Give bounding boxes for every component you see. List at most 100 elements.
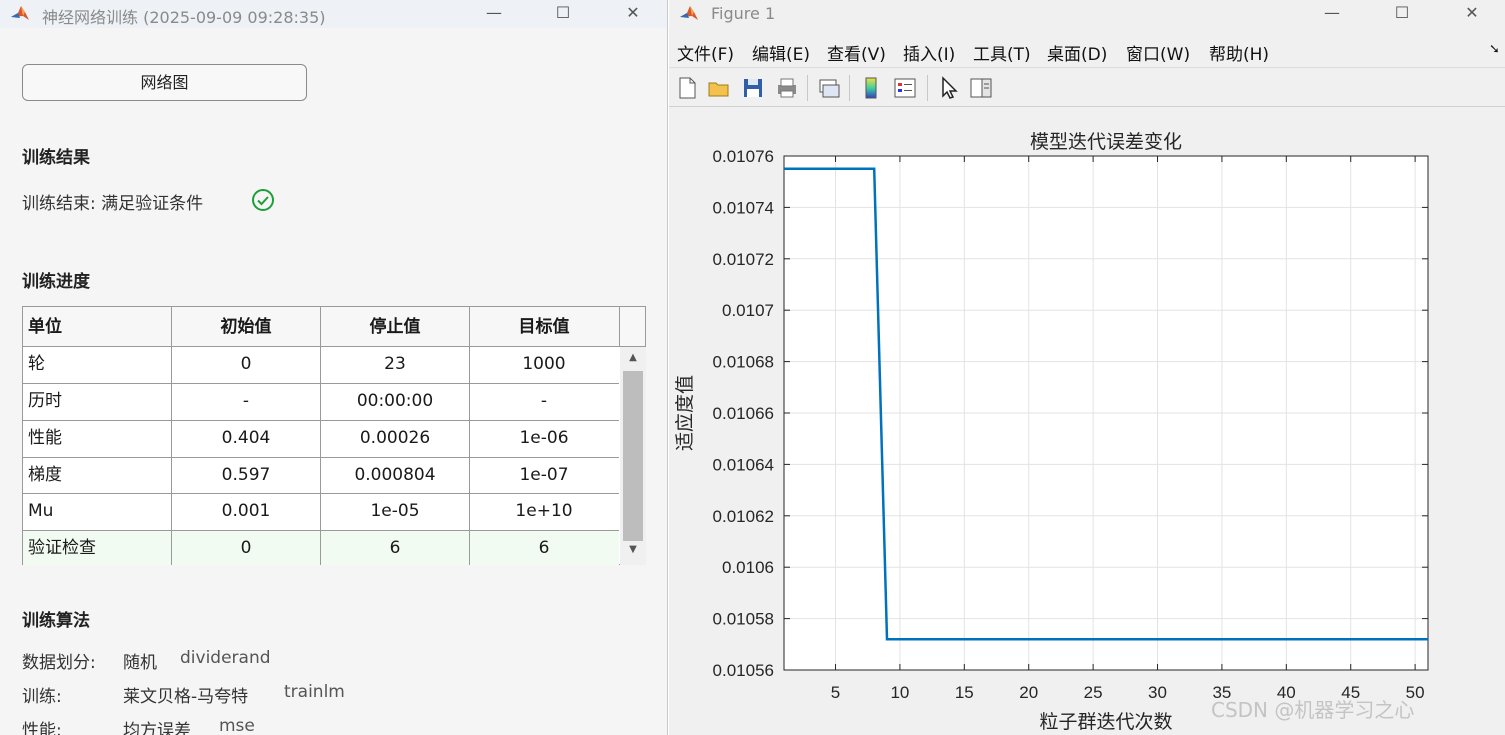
pointer-icon[interactable] [937, 76, 961, 100]
check-circle-icon [252, 189, 274, 211]
table-cell: 0.001 [221, 501, 271, 521]
table-cell: 验证检查 [28, 538, 96, 558]
table-cell: 0.00026 [359, 428, 431, 448]
scroll-up-icon[interactable]: ▲ [623, 351, 643, 365]
y-tick-label: 0.01058 [713, 610, 774, 629]
col-header-initial[interactable]: 初始值 [172, 309, 320, 345]
figure-window-titlebar[interactable]: Figure 1 — ☐ ✕ [669, 0, 1505, 28]
dock-arrow-icon[interactable]: ➘ [1489, 42, 1500, 57]
algo-code: dividerand [180, 648, 271, 668]
table-cell: Mu [28, 501, 54, 521]
training-window-titlebar[interactable]: 神经网络训练 (2025-09-09 09:28:35) — ☐ ✕ [0, 0, 667, 28]
matlab-icon [11, 6, 29, 20]
y-tick-label: 0.01062 [713, 507, 774, 526]
table-cell: 0.404 [221, 428, 271, 448]
table-cell: 轮 [28, 354, 45, 374]
algo-label: 数据划分: [22, 653, 96, 673]
menu-tools[interactable]: 工具(T) [973, 40, 1031, 65]
results-status: 训练结束: 满足验证条件 [22, 194, 204, 214]
table-cell: 1e-07 [519, 465, 569, 485]
maximize-icon[interactable]: ☐ [552, 2, 574, 24]
table-cell: 梯度 [28, 465, 62, 485]
progress-table: 单位 初始值 停止值 目标值 轮 0 23 1000 历时 - 00:00:00… [22, 306, 646, 565]
line-chart[interactable]: 5 10 15 20 25 30 35 40 45 500.010560.010580.01060… [669, 108, 1505, 735]
legend-icon[interactable] [893, 76, 917, 100]
menu-edit[interactable]: 编辑(E) [752, 40, 810, 65]
figure-window: Figure 1 — ☐ ✕ 文件(F) 编辑(E) 查看(V) 插入(I) 工… [669, 0, 1505, 735]
algorithm-heading: 训练算法 [22, 611, 90, 631]
toolbar-separator [849, 75, 850, 101]
table-cell: 23 [384, 354, 406, 374]
table-cell: 00:00:00 [356, 391, 434, 411]
property-editor-icon[interactable] [969, 76, 993, 100]
scrollbar-thumb[interactable] [623, 371, 643, 541]
col-header-target[interactable]: 目标值 [470, 309, 618, 345]
x-tick-label: 20 [1019, 683, 1038, 702]
window-title: Figure 1 [711, 4, 776, 23]
watermark-text: CSDN @机器学习之心 [1211, 698, 1415, 722]
maximize-icon[interactable]: ☐ [1391, 2, 1413, 24]
close-icon[interactable]: ✕ [1461, 2, 1483, 24]
y-tick-label: 0.01068 [713, 353, 774, 372]
network-diagram-button[interactable]: 网络图 [22, 64, 307, 101]
algo-label: 训练: [22, 687, 62, 707]
menu-bar: 文件(F) 编辑(E) 查看(V) 插入(I) 工具(T) 桌面(D) 窗口(W… [669, 34, 1505, 68]
table-cell: 1e+10 [515, 501, 573, 521]
scroll-down-icon[interactable]: ▼ [623, 543, 643, 557]
menu-view[interactable]: 查看(V) [827, 40, 886, 65]
y-tick-label: 0.01076 [713, 147, 774, 166]
menu-help[interactable]: 帮助(H) [1209, 40, 1269, 65]
table-cell: - [242, 391, 250, 411]
open-icon[interactable] [707, 76, 731, 100]
col-header-unit[interactable]: 单位 [28, 309, 168, 345]
algo-code: trainlm [284, 682, 345, 702]
algo-name: 随机 [123, 653, 157, 673]
x-axis-label: 粒子群迭代次数 [1039, 711, 1172, 733]
table-cell: 历时 [28, 391, 62, 411]
table-cell: 0.000804 [354, 465, 436, 485]
minimize-icon[interactable]: — [1321, 2, 1343, 24]
algo-name: 均方误差 [123, 721, 191, 735]
y-tick-label: 0.0106 [722, 558, 774, 577]
menu-window[interactable]: 窗口(W) [1126, 40, 1190, 65]
link-icon[interactable] [817, 76, 841, 100]
figure-toolbar [669, 69, 1505, 107]
chart-title: 模型迭代误差变化 [1030, 131, 1182, 153]
table-cell: 0 [240, 538, 252, 558]
window-title: 神经网络训练 (2025-09-09 09:28:35) [42, 8, 326, 27]
col-divider [619, 307, 620, 347]
algo-code: mse [219, 716, 255, 735]
print-icon[interactable] [775, 76, 799, 100]
close-icon[interactable]: ✕ [622, 2, 644, 24]
table-cell: 0.597 [221, 465, 271, 485]
save-icon[interactable] [741, 76, 765, 100]
colorbar-icon[interactable] [859, 76, 883, 100]
y-axis-label: 适应度值 [674, 375, 696, 451]
col-header-stop[interactable]: 停止值 [321, 309, 469, 345]
table-cell: 1000 [522, 354, 566, 374]
menu-insert[interactable]: 插入(I) [903, 40, 955, 65]
x-tick-label: 10 [890, 683, 909, 702]
table-cell: 1e-06 [519, 428, 569, 448]
algo-label: 性能: [22, 721, 62, 735]
toolbar-separator [807, 75, 808, 101]
menu-file[interactable]: 文件(F) [677, 40, 734, 65]
results-heading: 训练结果 [22, 148, 90, 168]
y-tick-label: 0.01064 [713, 455, 774, 474]
matlab-icon [680, 6, 698, 20]
y-tick-label: 0.01056 [713, 661, 774, 680]
minimize-icon[interactable]: — [483, 2, 505, 24]
table-cell: - [540, 391, 548, 411]
table-cell: 性能 [28, 428, 62, 448]
y-tick-label: 0.01074 [713, 198, 774, 217]
table-cell: 1e-05 [370, 501, 420, 521]
table-cell: 6 [538, 538, 550, 558]
menu-desktop[interactable]: 桌面(D) [1047, 40, 1107, 65]
x-tick-label: 30 [1148, 683, 1167, 702]
progress-heading: 训练进度 [22, 272, 90, 292]
new-figure-icon[interactable] [675, 76, 699, 100]
algo-name: 莱文贝格-马夸特 [123, 687, 249, 707]
figure-canvas[interactable]: 5 10 15 20 25 30 35 40 45 50 0.01056 0.01058 0.0106 0… [669, 108, 1505, 735]
table-cell: 6 [389, 538, 401, 558]
table-cell: 0 [240, 354, 252, 374]
